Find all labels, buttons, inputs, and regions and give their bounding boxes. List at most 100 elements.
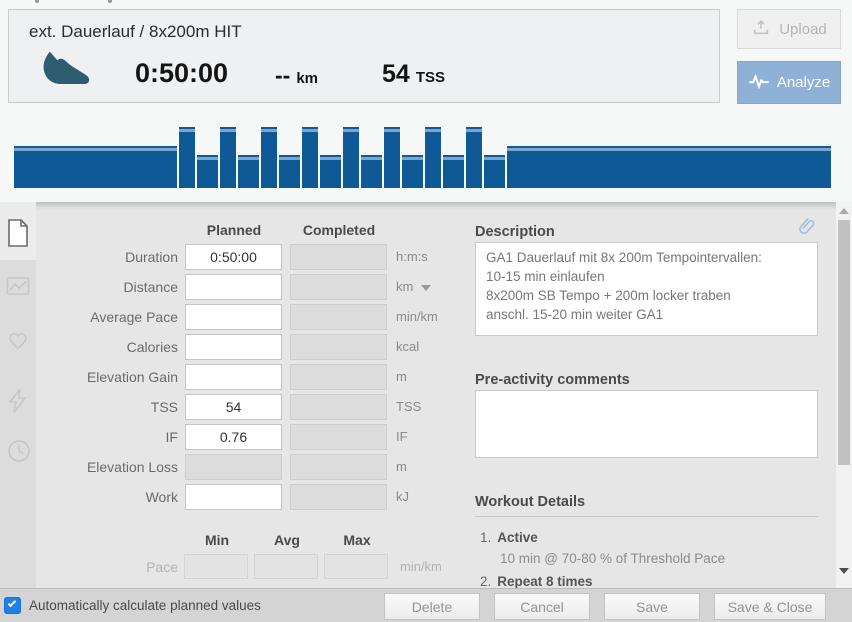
field-label: Elevation Loss xyxy=(0,454,178,480)
pre-activity-textarea[interactable] xyxy=(475,390,818,458)
planned-column-header: Planned xyxy=(185,222,283,238)
elevation-loss-completed-input xyxy=(290,454,387,480)
profile-bar-cooldown xyxy=(507,146,831,188)
distance-planned-input[interactable] xyxy=(185,274,282,300)
if-planned-input[interactable] xyxy=(185,424,282,450)
check-icon xyxy=(8,599,16,607)
average-pace-planned-input[interactable] xyxy=(185,304,282,330)
tss-planned-input[interactable] xyxy=(185,394,282,420)
profile-bar-interval xyxy=(179,127,195,188)
workout-details-header: Workout Details xyxy=(475,494,585,510)
workout-step: 2.Repeat 8 times xyxy=(480,574,593,588)
duration-completed-input xyxy=(290,244,387,270)
unit-label: kcal xyxy=(396,334,419,360)
pre-activity-header: Pre-activity comments xyxy=(475,372,630,388)
vertical-scrollbar[interactable] xyxy=(836,202,852,588)
unit-label: m xyxy=(396,454,407,480)
unit-label: TSS xyxy=(396,394,421,420)
form-row-tss: TSS TSS xyxy=(0,394,460,420)
workout-summary-card: ext. Dauerlauf / 8x200m HIT 0:50:00 -- k… xyxy=(8,9,720,103)
unit-label: min/km xyxy=(400,554,442,580)
work-planned-input[interactable] xyxy=(185,484,282,510)
footer-bar: Automatically calculate planned values D… xyxy=(0,588,852,622)
form-row-distance: Distance km xyxy=(0,274,460,300)
profile-bar-recovery xyxy=(443,155,464,188)
field-label: Pace xyxy=(0,554,178,580)
profile-bar-recovery xyxy=(484,155,505,188)
pace-min-input xyxy=(184,554,248,579)
pace-avg-input xyxy=(254,554,318,579)
min-column-header: Min xyxy=(184,532,250,548)
field-label: TSS xyxy=(0,394,178,420)
upload-icon xyxy=(751,17,771,41)
profile-bar-recovery xyxy=(279,155,300,188)
save-button[interactable]: Save xyxy=(604,593,700,620)
avg-column-header: Avg xyxy=(254,532,320,548)
distance-unit-label: km xyxy=(296,70,318,87)
profile-bar-interval xyxy=(466,127,482,188)
field-label: Duration xyxy=(0,244,178,270)
average-pace-completed-input xyxy=(290,304,387,330)
profile-bar-recovery xyxy=(320,155,341,188)
tss-completed-input xyxy=(290,394,387,420)
field-label: Average Pace xyxy=(0,304,178,330)
form-row-average-pace: Average Pace min/km xyxy=(0,304,460,330)
planned-duration-stat: 0:50:00 xyxy=(135,58,228,89)
unit-selector[interactable]: km xyxy=(396,274,431,300)
planned-tss-stat: 54 TSS xyxy=(382,60,445,89)
cancel-button[interactable]: Cancel xyxy=(494,593,590,620)
duration-planned-input[interactable] xyxy=(185,244,282,270)
analyze-button[interactable]: Analyze xyxy=(737,61,841,104)
if-completed-input xyxy=(290,424,387,450)
unit-label: h:m:s xyxy=(396,244,428,270)
description-header: Description xyxy=(475,224,555,240)
scrollbar-thumb[interactable] xyxy=(838,220,850,465)
profile-bar-recovery xyxy=(238,155,259,188)
work-completed-input xyxy=(290,484,387,510)
scroll-down-arrow-icon[interactable] xyxy=(839,568,849,574)
profile-bar-interval xyxy=(343,127,359,188)
profile-bar-warmup xyxy=(14,146,177,188)
workout-title: ext. Dauerlauf / 8x200m HIT xyxy=(29,22,242,42)
save-and-close-button[interactable]: Save & Close xyxy=(714,593,826,620)
unit-label: m xyxy=(396,364,407,390)
field-label: IF xyxy=(0,424,178,450)
field-label: Calories xyxy=(0,334,178,360)
form-row-calories: Calories kcal xyxy=(0,334,460,360)
clipped-text-fragment xyxy=(35,0,39,3)
form-row-pace-minavgmax: Pace min/km xyxy=(0,554,460,580)
form-row-elevation-loss: Elevation Loss m xyxy=(0,454,460,480)
calories-planned-input[interactable] xyxy=(185,334,282,360)
unit-label: IF xyxy=(396,424,408,450)
workout-profile-chart xyxy=(14,125,836,188)
upload-button[interactable]: Upload xyxy=(737,9,841,49)
paperclip-icon[interactable] xyxy=(793,216,817,245)
tss-unit-label: TSS xyxy=(416,69,445,86)
profile-bar-interval xyxy=(425,127,441,188)
field-label: Elevation Gain xyxy=(0,364,178,390)
calories-completed-input xyxy=(290,334,387,360)
max-column-header: Max xyxy=(324,532,390,548)
profile-bar-recovery xyxy=(402,155,423,188)
planned-distance-stat: -- km xyxy=(275,62,318,89)
unit-label: kJ xyxy=(396,484,409,510)
clipped-text-fragment xyxy=(108,0,112,3)
delete-button[interactable]: Delete xyxy=(384,593,480,620)
form-row-elevation-gain: Elevation Gain m xyxy=(0,364,460,390)
running-shoe-icon xyxy=(39,49,93,96)
profile-bar-interval xyxy=(302,127,318,188)
scroll-up-arrow-icon[interactable] xyxy=(839,208,849,214)
field-label: Work xyxy=(0,484,178,510)
workout-step: 1.Active xyxy=(480,530,538,545)
field-label: Distance xyxy=(0,274,178,300)
divider xyxy=(475,516,818,517)
waveform-icon xyxy=(748,73,770,93)
pace-max-input xyxy=(324,554,388,579)
elevation-gain-planned-input[interactable] xyxy=(185,364,282,390)
auto-calc-checkbox[interactable] xyxy=(4,597,21,614)
auto-calc-label: Automatically calculate planned values xyxy=(29,589,261,622)
completed-column-header: Completed xyxy=(290,222,388,238)
elevation-gain-completed-input xyxy=(290,364,387,390)
profile-bar-recovery xyxy=(197,155,218,188)
description-textarea[interactable]: GA1 Dauerlauf mit 8x 200m Tempointervall… xyxy=(475,242,818,336)
